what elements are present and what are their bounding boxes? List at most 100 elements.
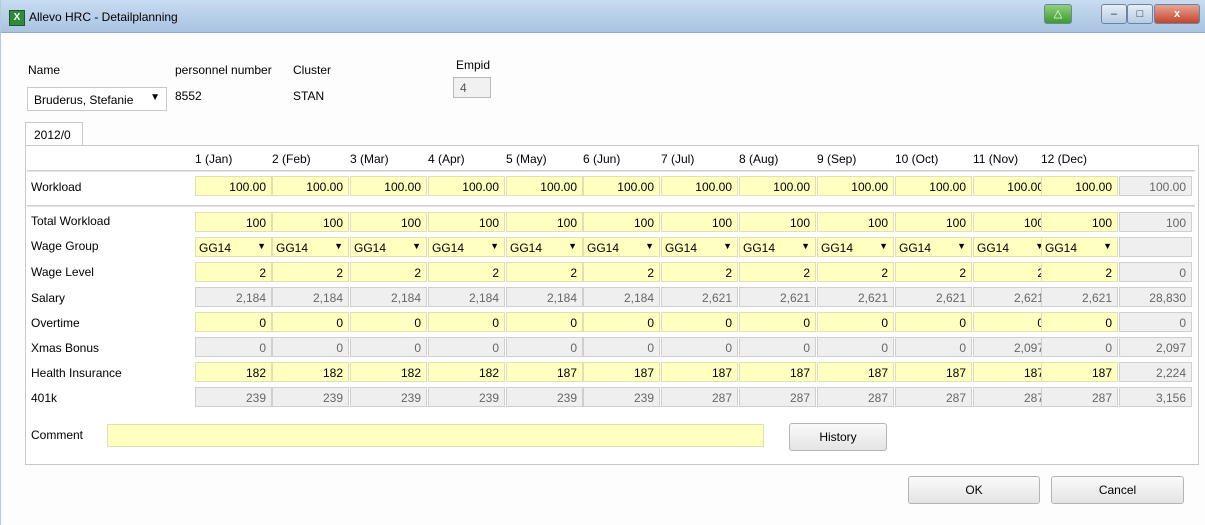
- readonly-cell: 0: [661, 337, 738, 357]
- editable-cell[interactable]: 100.00: [583, 176, 660, 196]
- editable-cell[interactable]: 182: [195, 362, 272, 382]
- editable-cell[interactable]: 2: [195, 262, 272, 282]
- wage-group-dropdown[interactable]: GG14 ▼: [272, 237, 349, 257]
- editable-cell[interactable]: 2: [661, 262, 738, 282]
- editable-cell[interactable]: 100: [895, 212, 972, 232]
- wage-group-dropdown[interactable]: GG14 ▼: [195, 237, 272, 257]
- cancel-button[interactable]: Cancel: [1051, 476, 1184, 504]
- editable-cell[interactable]: 2: [1041, 262, 1118, 282]
- month-header: 7 (Jul): [661, 152, 695, 166]
- wage-group-value: GG14: [1045, 241, 1078, 255]
- readonly-cell: 2,184: [506, 287, 583, 307]
- maximize-button[interactable]: □: [1127, 4, 1153, 24]
- wage-group-dropdown[interactable]: GG14 ▼: [350, 237, 427, 257]
- total-cell: 100: [1119, 212, 1192, 232]
- editable-cell[interactable]: 100.00: [272, 176, 349, 196]
- readonly-cell: 2,097: [973, 337, 1050, 357]
- personnel-number-label: personnel number: [175, 63, 272, 77]
- editable-cell[interactable]: 0: [272, 312, 349, 332]
- editable-cell[interactable]: 187: [506, 362, 583, 382]
- comment-input[interactable]: [107, 424, 764, 447]
- editable-cell[interactable]: 0: [817, 312, 894, 332]
- editable-cell[interactable]: 182: [350, 362, 427, 382]
- editable-cell[interactable]: 2: [428, 262, 505, 282]
- wage-group-dropdown[interactable]: GG14 ▼: [973, 237, 1050, 257]
- editable-cell[interactable]: 100: [583, 212, 660, 232]
- readonly-cell: 2,621: [895, 287, 972, 307]
- editable-cell[interactable]: 187: [583, 362, 660, 382]
- readonly-cell: 0: [506, 337, 583, 357]
- wage-group-dropdown[interactable]: GG14 ▼: [817, 237, 894, 257]
- editable-cell[interactable]: 100.00: [506, 176, 583, 196]
- editable-cell[interactable]: 100: [973, 212, 1050, 232]
- editable-cell[interactable]: 0: [350, 312, 427, 332]
- editable-cell[interactable]: 2: [506, 262, 583, 282]
- name-dropdown[interactable]: Bruderus, Stefanie ▼: [27, 87, 167, 111]
- editable-cell[interactable]: 187: [1041, 362, 1118, 382]
- editable-cell[interactable]: 0: [428, 312, 505, 332]
- editable-cell[interactable]: 2: [272, 262, 349, 282]
- editable-cell[interactable]: 100.00: [895, 176, 972, 196]
- wage-group-dropdown[interactable]: GG14 ▼: [895, 237, 972, 257]
- total-cell: 2,097: [1119, 337, 1192, 357]
- editable-cell[interactable]: 100.00: [973, 176, 1050, 196]
- editable-cell[interactable]: 100.00: [195, 176, 272, 196]
- minimize-button[interactable]: –: [1101, 4, 1127, 24]
- wage-group-dropdown[interactable]: GG14 ▼: [739, 237, 816, 257]
- editable-cell[interactable]: 100: [506, 212, 583, 232]
- readonly-cell: 2,184: [272, 287, 349, 307]
- editable-cell[interactable]: 187: [661, 362, 738, 382]
- wage-group-dropdown[interactable]: GG14 ▼: [428, 237, 505, 257]
- editable-cell[interactable]: 187: [817, 362, 894, 382]
- editable-cell[interactable]: 187: [739, 362, 816, 382]
- ok-button[interactable]: OK: [908, 476, 1040, 504]
- editable-cell[interactable]: 2: [895, 262, 972, 282]
- row-label: Wage Level: [31, 265, 94, 279]
- editable-cell[interactable]: 0: [583, 312, 660, 332]
- editable-cell[interactable]: 100.00: [350, 176, 427, 196]
- close-button[interactable]: x: [1154, 4, 1200, 24]
- editable-cell[interactable]: 187: [973, 362, 1050, 382]
- editable-cell[interactable]: 100.00: [739, 176, 816, 196]
- editable-cell[interactable]: 0: [1041, 312, 1118, 332]
- editable-cell[interactable]: 2: [583, 262, 660, 282]
- editable-cell[interactable]: 2: [739, 262, 816, 282]
- wage-group-dropdown[interactable]: GG14 ▼: [506, 237, 583, 257]
- editable-cell[interactable]: 100: [428, 212, 505, 232]
- editable-cell[interactable]: 0: [895, 312, 972, 332]
- tab-2012[interactable]: 2012/0: [25, 122, 83, 146]
- editable-cell[interactable]: 100.00: [428, 176, 505, 196]
- editable-cell[interactable]: 100.00: [817, 176, 894, 196]
- editable-cell[interactable]: 0: [973, 312, 1050, 332]
- history-button[interactable]: History: [789, 423, 887, 451]
- editable-cell[interactable]: 100: [350, 212, 427, 232]
- editable-cell[interactable]: 0: [195, 312, 272, 332]
- wage-group-dropdown[interactable]: GG14 ▼: [661, 237, 738, 257]
- editable-cell[interactable]: 100: [195, 212, 272, 232]
- editable-cell[interactable]: 182: [428, 362, 505, 382]
- row-label: Workload: [31, 180, 82, 194]
- editable-cell[interactable]: 2: [350, 262, 427, 282]
- editable-cell[interactable]: 182: [272, 362, 349, 382]
- editable-cell[interactable]: 100.00: [1041, 176, 1118, 196]
- readonly-cell: 287: [739, 387, 816, 407]
- editable-cell[interactable]: 0: [739, 312, 816, 332]
- editable-cell[interactable]: 2: [973, 262, 1050, 282]
- editable-cell[interactable]: 100: [661, 212, 738, 232]
- editable-cell[interactable]: 100: [272, 212, 349, 232]
- editable-cell[interactable]: 100: [1041, 212, 1118, 232]
- editable-cell[interactable]: 0: [661, 312, 738, 332]
- editable-cell[interactable]: 0: [506, 312, 583, 332]
- wage-group-dropdown[interactable]: GG14 ▼: [1041, 237, 1118, 257]
- wage-group-dropdown[interactable]: GG14 ▼: [583, 237, 660, 257]
- extra-window-icon[interactable]: △: [1044, 4, 1072, 24]
- editable-cell[interactable]: 100.00: [661, 176, 738, 196]
- month-header: 1 (Jan): [195, 152, 233, 166]
- editable-cell[interactable]: 187: [895, 362, 972, 382]
- window-title: Allevo HRC - Detailplanning: [29, 10, 178, 24]
- editable-cell[interactable]: 2: [817, 262, 894, 282]
- readonly-cell: 0: [428, 337, 505, 357]
- editable-cell[interactable]: 100: [739, 212, 816, 232]
- editable-cell[interactable]: 100: [817, 212, 894, 232]
- chevron-down-icon: ▼: [801, 241, 810, 251]
